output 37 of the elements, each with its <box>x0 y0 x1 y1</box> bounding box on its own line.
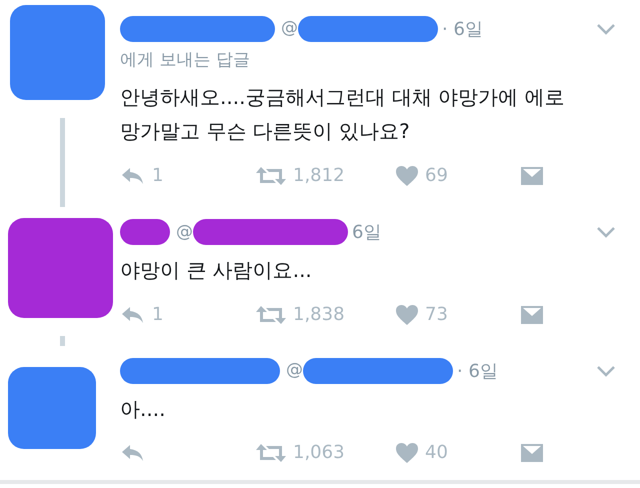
redacted-avatar[interactable] <box>8 367 96 450</box>
like-count: 40 <box>425 441 448 465</box>
redacted-avatar[interactable] <box>8 218 113 318</box>
retweet-icon[interactable] <box>255 166 287 186</box>
at-sign: @ <box>286 359 303 382</box>
tweet-text: 야망이 큰 사람이요... <box>120 257 313 284</box>
reply-context: 에게 보내는 답글 <box>120 49 251 72</box>
redaction-mark <box>120 219 170 246</box>
heart-icon[interactable] <box>395 442 419 464</box>
like-count: 73 <box>425 303 448 328</box>
reply-count: 1 <box>152 164 164 188</box>
tweet-text: 아.... <box>120 396 166 424</box>
reply-icon[interactable] <box>120 442 146 462</box>
reply-icon[interactable] <box>120 166 146 186</box>
reply-count: 1 <box>152 303 164 328</box>
heart-icon[interactable] <box>395 164 419 187</box>
redacted-avatar[interactable] <box>10 5 105 100</box>
chevron-down-icon[interactable] <box>596 365 616 378</box>
at-sign: @ <box>281 17 298 40</box>
timestamp: · 6일 <box>442 18 483 42</box>
retweet-icon[interactable] <box>255 304 287 325</box>
chevron-down-icon[interactable] <box>596 23 616 35</box>
envelope-icon[interactable] <box>520 304 544 325</box>
envelope-icon[interactable] <box>520 166 544 186</box>
tweet-text: 안녕하새오....궁금해서그런대 대채 야망가에 에로 망가말고 무슨 다른뜻이 있나요? <box>120 84 566 144</box>
like-count: 69 <box>425 164 448 188</box>
timestamp: 6일 <box>352 220 382 245</box>
retweet-count: 1,812 <box>293 164 345 188</box>
retweet-icon[interactable] <box>255 442 287 462</box>
timestamp: · 6일 <box>457 360 498 384</box>
retweet-count: 1,838 <box>293 303 345 328</box>
at-sign: @ <box>176 220 193 244</box>
chevron-down-icon[interactable] <box>596 226 616 238</box>
envelope-icon[interactable] <box>520 442 544 462</box>
reply-icon[interactable] <box>120 304 146 325</box>
retweet-count: 1,063 <box>293 441 345 465</box>
heart-icon[interactable] <box>395 304 419 326</box>
